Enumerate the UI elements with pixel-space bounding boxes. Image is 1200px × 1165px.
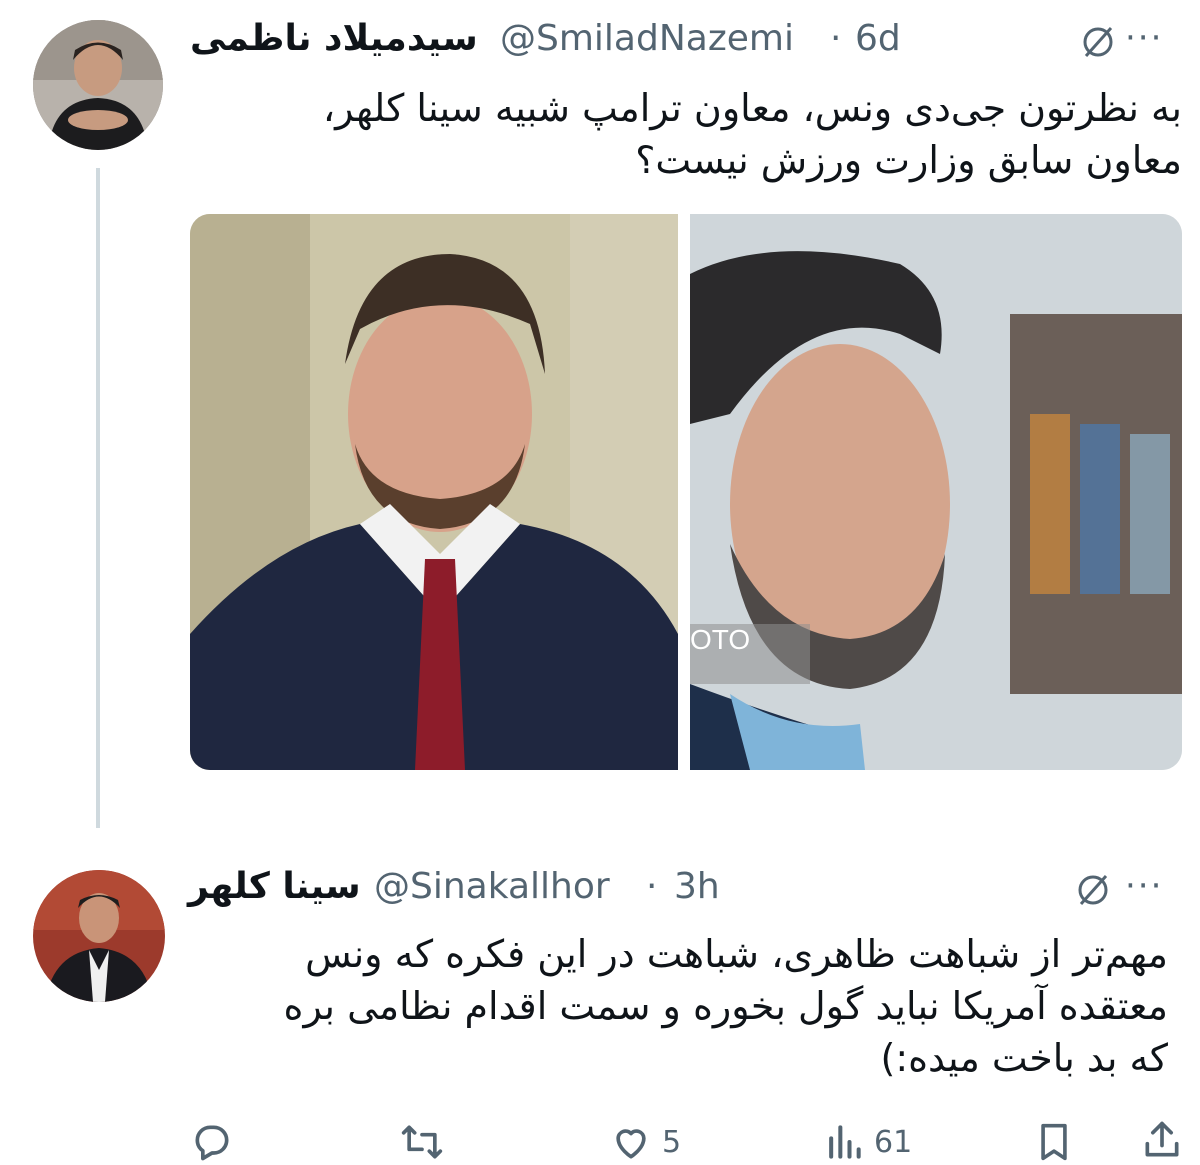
like-icon [616, 1129, 646, 1159]
views-count: 61 [874, 1124, 913, 1160]
timestamp[interactable]: 3h [674, 866, 720, 907]
avatar[interactable] [33, 20, 163, 150]
share-button[interactable] [1140, 1118, 1184, 1162]
vance-photo [190, 214, 678, 770]
avatar-photo [33, 870, 165, 1002]
tweet-text: به نظرتون جی‌دی ونس، معاون ترامپ شبیه سی… [322, 86, 1182, 182]
display-name[interactable]: سینا کلهر [188, 866, 361, 907]
separator-dot: · [830, 18, 842, 59]
reply-icon [195, 1125, 229, 1161]
more-icon[interactable]: ··· [1125, 18, 1163, 58]
handle[interactable]: @Sinakallhor [374, 866, 610, 907]
tweet1-header: سیدمیلاد ناظمی @SmiladNazemi · 6d ··· [190, 18, 1180, 68]
photo-watermark: OTO [690, 624, 751, 655]
avatar[interactable] [33, 870, 165, 1002]
grok-icon[interactable] [1078, 22, 1118, 66]
avatar-photo [33, 20, 163, 150]
retweet-button[interactable] [398, 1120, 454, 1164]
bookmark-icon [1041, 1123, 1067, 1161]
like-button[interactable]: 5 [608, 1120, 681, 1164]
views-icon [829, 1125, 861, 1159]
tweet-text: مهم‌تر از شباهت ظاهری، شباهت در این فکره… [283, 932, 1168, 1080]
like-count: 5 [662, 1124, 682, 1160]
retweet-icon [401, 1125, 443, 1159]
views-button[interactable]: 61 [822, 1120, 912, 1164]
kalhor-photo [690, 214, 1182, 770]
timestamp[interactable]: 6d [855, 18, 901, 59]
tweet-photo[interactable] [190, 214, 678, 770]
reply-button[interactable] [190, 1120, 242, 1164]
tweet2-header: سینا کلهر @Sinakallhor · 3h ··· [188, 866, 1180, 916]
separator-dot: · [646, 866, 658, 907]
more-icon[interactable]: ··· [1125, 866, 1163, 906]
thread-line [96, 168, 100, 828]
handle[interactable]: @SmiladNazemi [500, 18, 794, 59]
share-icon [1145, 1121, 1179, 1157]
tweet-photo[interactable]: OTO [690, 214, 1182, 770]
display-name[interactable]: سیدمیلاد ناظمی [190, 18, 478, 59]
bookmark-button[interactable] [1034, 1120, 1074, 1164]
grok-icon[interactable] [1073, 870, 1113, 914]
